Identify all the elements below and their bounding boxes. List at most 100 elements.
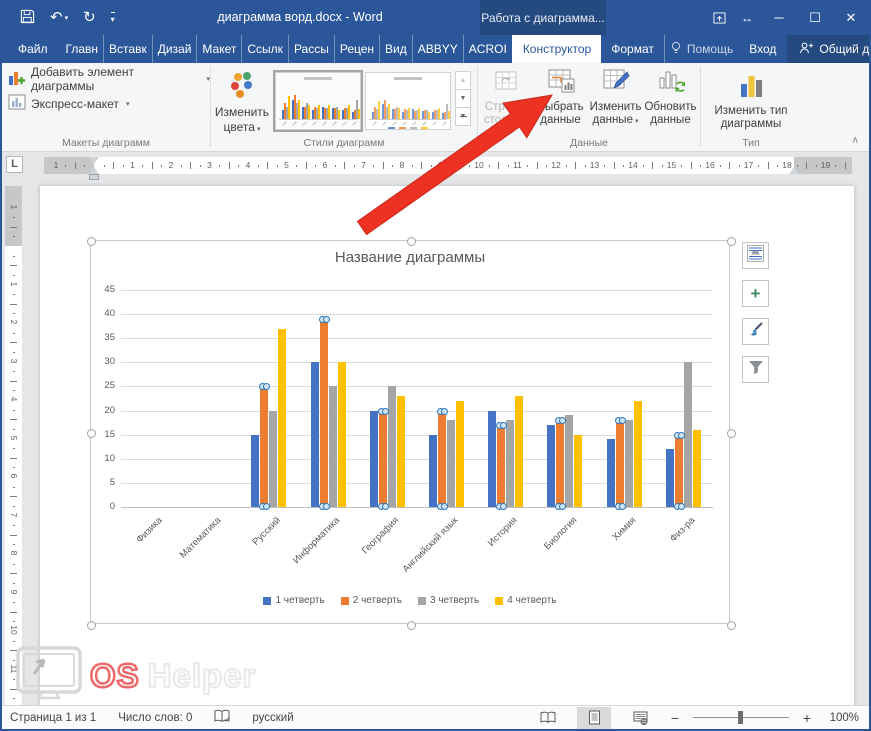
series-selection-handle[interactable] <box>441 503 448 510</box>
bar-4-четверть-6[interactable] <box>456 401 464 507</box>
bar-4-четверть-7[interactable] <box>515 396 523 507</box>
bar-4-четверть-8[interactable] <box>574 435 582 507</box>
tab-2[interactable]: Вставк <box>103 35 152 63</box>
collapse-ribbon-icon[interactable]: ∧ <box>852 135 859 146</box>
tab-10[interactable]: ACROI <box>463 35 512 63</box>
language-indicator[interactable]: русский <box>252 712 293 724</box>
save-icon[interactable] <box>20 9 35 27</box>
chart-style-thumbnail-2[interactable] <box>365 72 451 130</box>
tab-8[interactable]: Вид <box>379 35 412 63</box>
chart-frame-handle[interactable] <box>87 621 96 630</box>
chart-frame-handle[interactable] <box>727 237 736 246</box>
series-selection-handle[interactable] <box>619 417 626 424</box>
legend-item[interactable]: 3 четверть <box>418 595 479 606</box>
tell-me-help[interactable]: Помощь <box>665 35 738 63</box>
tab-7[interactable]: Рецен <box>334 35 379 63</box>
bar-3-четверть-8[interactable] <box>565 415 573 507</box>
bar-4-четверть-10[interactable] <box>693 430 701 507</box>
undo-icon[interactable]: ↶▾ <box>50 10 68 25</box>
series-selection-handle[interactable] <box>559 417 566 424</box>
bar-2-четверть-10[interactable] <box>675 435 683 507</box>
bar-3-четверть-10[interactable] <box>684 362 692 507</box>
chart-filters-button[interactable] <box>742 356 769 383</box>
hanging-indent-marker[interactable] <box>89 167 99 174</box>
tab-stop-selector[interactable]: L <box>6 156 23 173</box>
series-selection-handle[interactable] <box>382 503 389 510</box>
bar-1-четверть-3[interactable] <box>251 435 259 507</box>
bar-2-четверть-8[interactable] <box>556 420 564 507</box>
bar-2-четверть-5[interactable] <box>379 411 387 507</box>
tab-file[interactable]: Файл <box>5 35 61 63</box>
customize-qat-icon[interactable]: ▾ <box>111 12 115 24</box>
horizontal-ruler[interactable]: 112345678910111213141516171819 <box>44 157 852 174</box>
page-indicator[interactable]: Страница 1 из 1 <box>10 712 96 724</box>
chart-elements-button[interactable]: + <box>742 280 769 307</box>
series-selection-handle[interactable] <box>323 503 330 510</box>
series-selection-handle[interactable] <box>619 503 626 510</box>
redo-icon[interactable]: ↻ <box>83 10 96 25</box>
bar-1-четверть-5[interactable] <box>370 411 378 507</box>
series-selection-handle[interactable] <box>263 383 270 390</box>
layout-options-button[interactable] <box>742 242 769 269</box>
series-selection-handle[interactable] <box>263 503 270 510</box>
vertical-ruler[interactable]: 11234567891011 <box>5 186 22 705</box>
ribbon-display-icon[interactable] <box>705 0 733 35</box>
series-selection-handle[interactable] <box>678 503 685 510</box>
quick-layout-button[interactable]: Экспресс-макет ▾ <box>8 91 210 116</box>
print-layout-button[interactable] <box>577 707 611 729</box>
zoom-level[interactable]: 100% <box>825 712 859 724</box>
tab-4[interactable]: Макет <box>196 35 241 63</box>
bar-4-четверть-5[interactable] <box>397 396 405 507</box>
read-mode-button[interactable] <box>531 707 565 729</box>
first-line-indent-marker[interactable] <box>89 157 99 164</box>
series-selection-handle[interactable] <box>382 408 389 415</box>
series-selection-handle[interactable] <box>323 316 330 323</box>
undo-caret-icon[interactable]: ▾ <box>65 15 69 22</box>
legend-item[interactable]: 4 четверть <box>495 595 556 606</box>
zoom-out-button[interactable]: − <box>669 710 681 726</box>
bar-3-четверть-3[interactable] <box>269 411 277 507</box>
chart-frame-handle[interactable] <box>727 429 736 438</box>
bar-1-четверть-10[interactable] <box>666 449 674 507</box>
chart-frame-handle[interactable] <box>87 429 96 438</box>
tab-6[interactable]: Рассы <box>288 35 334 63</box>
gallery-more-icon[interactable]: ▼ <box>455 107 471 126</box>
bar-3-четверть-7[interactable] <box>506 420 514 507</box>
bar-1-четверть-7[interactable] <box>488 411 496 507</box>
web-layout-button[interactable] <box>623 707 657 729</box>
chart-frame-handle[interactable] <box>407 621 416 630</box>
minimize-icon[interactable]: ─ <box>761 0 797 35</box>
bar-4-четверть-4[interactable] <box>338 362 346 507</box>
chart-styles-button[interactable] <box>742 318 769 345</box>
legend-item[interactable]: 2 четверть <box>341 595 402 606</box>
bar-3-четверть-4[interactable] <box>329 386 337 507</box>
proofing-icon[interactable] <box>214 709 230 727</box>
chart-legend[interactable]: 1 четверть 2 четверть 3 четверть 4 четверть <box>91 595 729 606</box>
change-chart-type-button[interactable]: Изменить тип диаграммы <box>701 66 801 131</box>
bar-1-четверть-9[interactable] <box>607 439 615 507</box>
series-selection-handle[interactable] <box>500 422 507 429</box>
bar-1-четверть-4[interactable] <box>311 362 319 507</box>
zoom-in-button[interactable]: + <box>801 710 813 726</box>
chart-title[interactable]: Название диаграммы <box>91 249 729 266</box>
bar-1-четверть-6[interactable] <box>429 435 437 507</box>
series-selection-handle[interactable] <box>441 408 448 415</box>
add-chart-element-button[interactable]: Добавить элемент диаграммы ▾ <box>8 66 210 91</box>
bar-3-четверть-5[interactable] <box>388 386 396 507</box>
bar-4-четверть-9[interactable] <box>634 401 642 507</box>
legend-item[interactable]: 1 четверть <box>263 595 324 606</box>
document-page[interactable]: Название диаграммы051015202530354045Физи… <box>40 186 854 705</box>
bar-4-четверть-3[interactable] <box>278 329 286 507</box>
right-indent-marker[interactable] <box>789 167 799 174</box>
bar-1-четверть-8[interactable] <box>547 425 555 507</box>
tab-1[interactable]: Главн <box>61 35 104 63</box>
tab-9[interactable]: ABBYY <box>412 35 463 63</box>
close-icon[interactable]: ✕ <box>833 0 869 35</box>
share-button[interactable]: Общий доступ <box>787 35 871 63</box>
bar-2-четверть-7[interactable] <box>497 425 505 507</box>
bar-2-четверть-9[interactable] <box>616 420 624 507</box>
scroll-down-icon[interactable]: ▼ <box>455 89 471 108</box>
chart-frame-handle[interactable] <box>727 621 736 630</box>
bar-2-четверть-4[interactable] <box>320 319 328 507</box>
series-selection-handle[interactable] <box>559 503 566 510</box>
